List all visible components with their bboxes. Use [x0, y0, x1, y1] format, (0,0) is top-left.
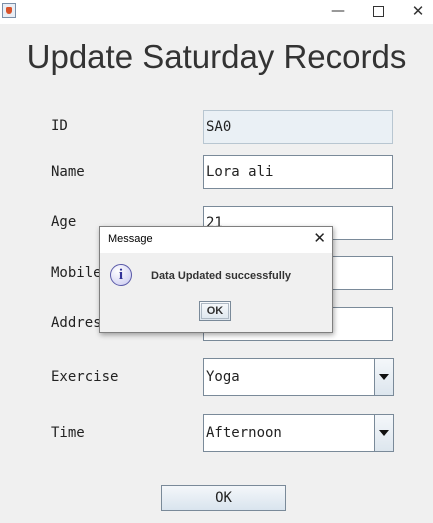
dialog-message: Data Updated successfully — [151, 270, 291, 282]
time-selected-value: Afternoon — [206, 425, 282, 441]
info-icon: i — [110, 264, 132, 286]
dialog-titlebar: Message ✕ — [100, 227, 332, 253]
close-button[interactable]: ✕ — [398, 0, 433, 24]
time-select[interactable]: Afternoon — [203, 414, 394, 452]
exercise-select[interactable]: Yoga — [203, 358, 394, 396]
id-field: SA0 — [203, 110, 393, 144]
exercise-selected-value: Yoga — [206, 369, 240, 385]
age-label: Age — [51, 214, 77, 230]
exercise-label: Exercise — [51, 369, 119, 385]
maximize-icon — [372, 5, 384, 17]
maximize-button[interactable] — [358, 0, 398, 24]
chevron-down-icon[interactable] — [374, 359, 393, 395]
mobile-label: Mobile — [51, 265, 102, 281]
message-dialog: Message ✕ i Data Updated successfully OK — [99, 226, 333, 333]
chevron-down-icon[interactable] — [374, 415, 393, 451]
name-field[interactable]: Lora ali — [203, 155, 393, 189]
ok-button[interactable]: OK — [161, 485, 286, 511]
time-label: Time — [51, 425, 85, 441]
java-app-icon — [2, 3, 16, 18]
dialog-close-button[interactable]: ✕ — [313, 229, 326, 247]
dialog-title: Message — [108, 233, 153, 245]
minimize-button[interactable]: — — [318, 0, 358, 24]
name-label: Name — [51, 164, 85, 180]
page-title: Update Saturday Records — [26, 38, 407, 75]
window-titlebar: — ✕ — [0, 0, 433, 24]
id-label: ID — [51, 118, 68, 134]
dialog-ok-button[interactable]: OK — [199, 301, 231, 321]
